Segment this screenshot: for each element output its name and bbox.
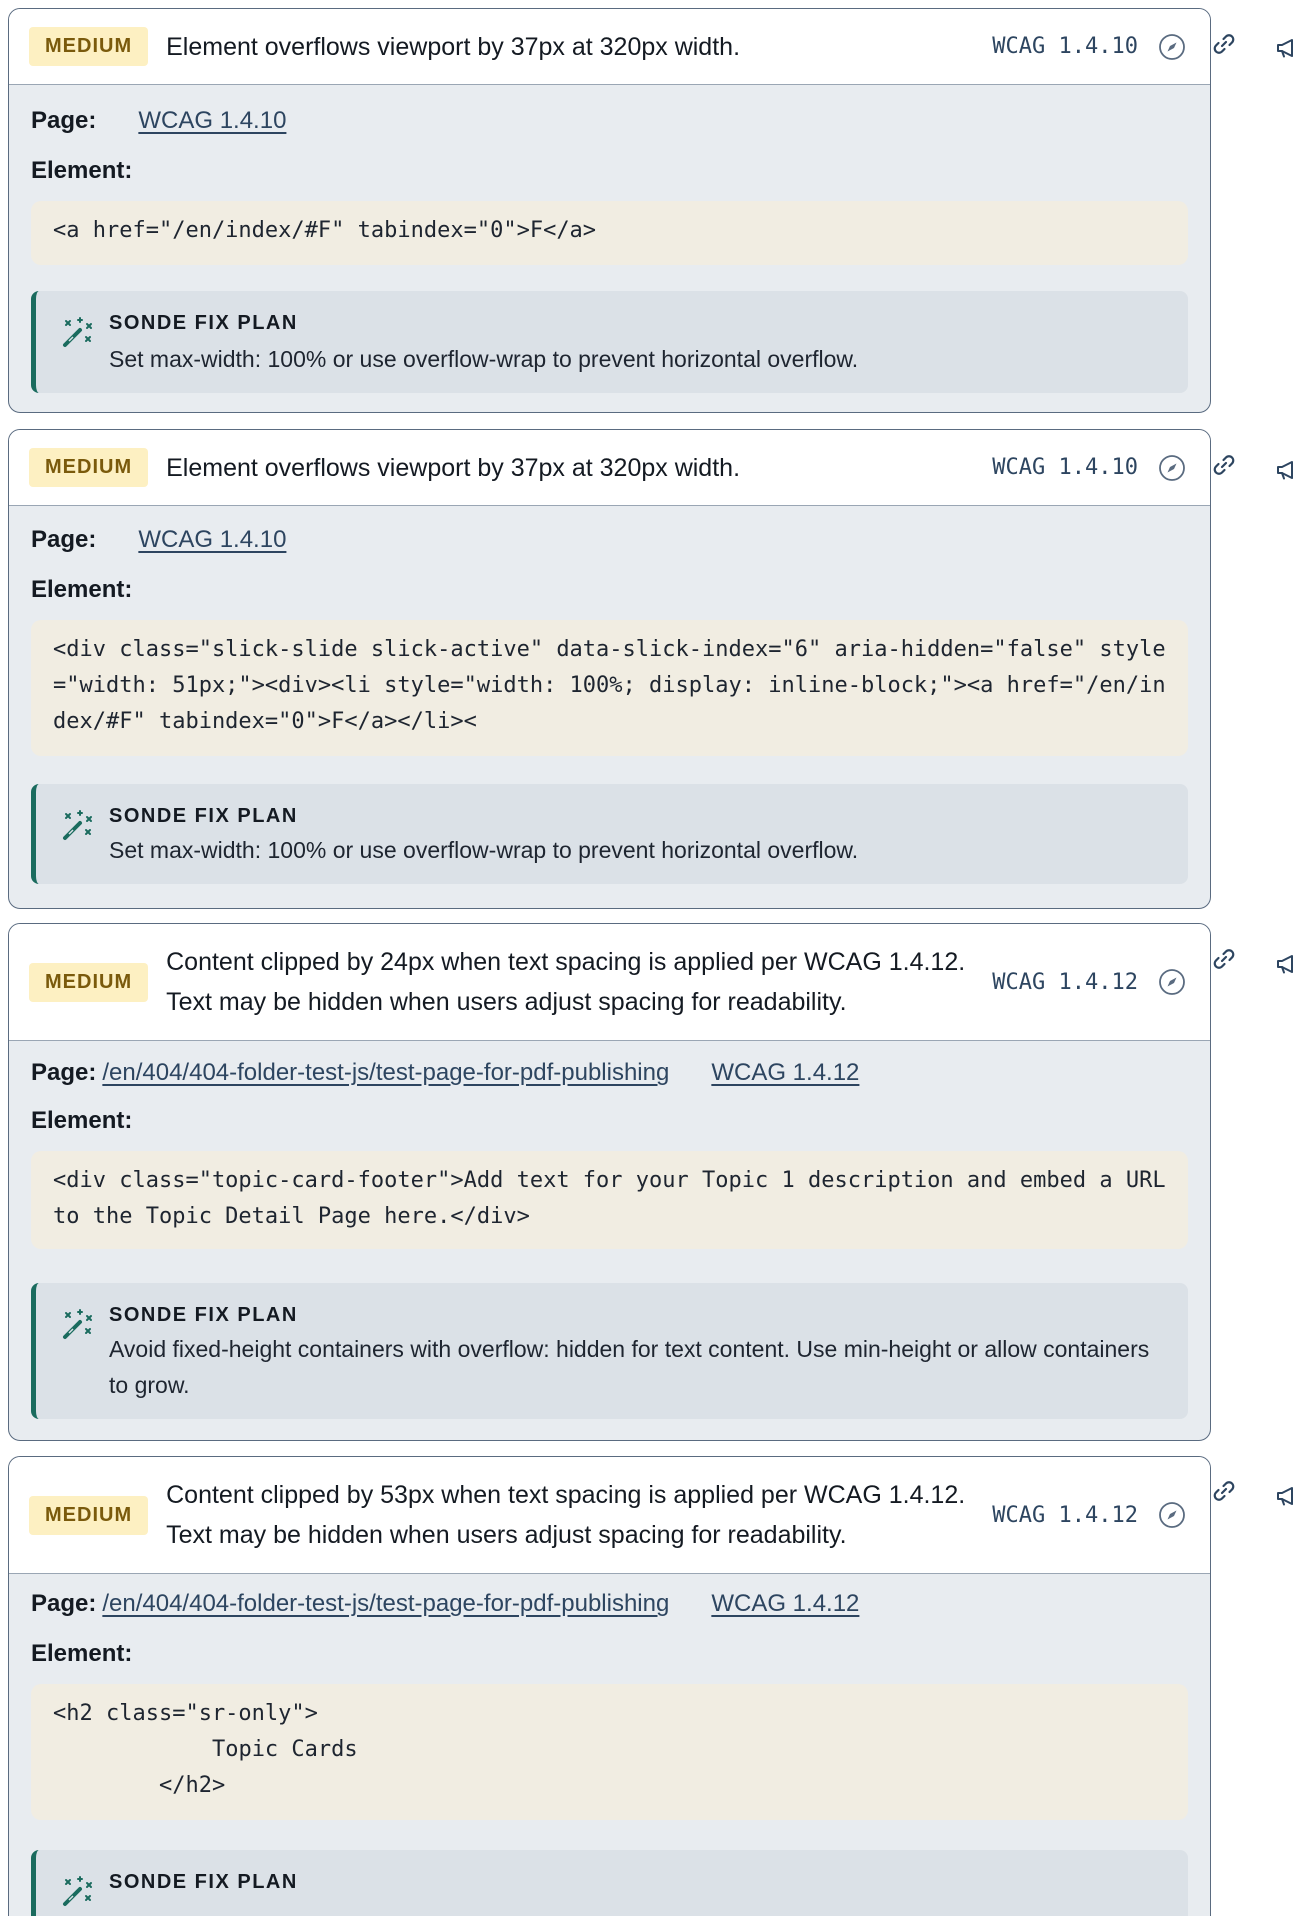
page-label: Page:: [31, 1590, 97, 1617]
issue-card: MEDIUM Element overflows viewport by 37p…: [8, 8, 1211, 413]
wcag-link[interactable]: WCAG 1.4.10: [138, 107, 286, 135]
fix-plan-title: SONDE FIX PLAN: [109, 312, 298, 334]
megaphone-icon[interactable]: [1273, 950, 1301, 978]
issue-message: Element overflows viewport by 37px at 32…: [166, 32, 741, 61]
issue-card: MEDIUM Element overflows viewport by 37p…: [8, 429, 1211, 909]
page-row: Page: /en/404/404-folder-test-js/test-pa…: [31, 1590, 1188, 1618]
page-label: Page:: [31, 107, 97, 134]
issue-body: Page: /en/404/404-folder-test-js/test-pa…: [9, 1590, 1210, 1916]
wcag-criterion: WCAG 1.4.10: [992, 34, 1138, 59]
fix-plan: SONDE FIX PLAN: [31, 1850, 1188, 1916]
link-icon[interactable]: [1210, 451, 1238, 479]
wcag-criterion: WCAG 1.4.12: [992, 969, 1138, 995]
issue-message: Element overflows viewport by 37px at 32…: [166, 453, 741, 482]
fix-plan-title: SONDE FIX PLAN: [109, 805, 298, 827]
severity-badge: MEDIUM: [29, 27, 149, 66]
megaphone-icon[interactable]: [1273, 456, 1301, 484]
megaphone-icon[interactable]: [1273, 1482, 1301, 1510]
element-label: Element:: [31, 1640, 133, 1667]
element-code: <a href="/en/index/#F" tabindex="0">F</a…: [31, 201, 1188, 265]
link-icon[interactable]: [1210, 945, 1238, 973]
megaphone-icon[interactable]: [1273, 34, 1301, 62]
issue-card: MEDIUM Content clipped by 53px when text…: [8, 1456, 1211, 1916]
compass-icon[interactable]: [1158, 968, 1186, 996]
issue-header: MEDIUM Element overflows viewport by 37p…: [9, 9, 1210, 85]
compass-icon[interactable]: [1158, 454, 1186, 482]
compass-icon[interactable]: [1158, 1501, 1186, 1529]
link-icon[interactable]: [1210, 30, 1238, 58]
page-row: Page: /en/404/404-folder-test-js/test-pa…: [31, 1059, 1188, 1087]
issue-message: Content clipped by 53px when text spacin…: [166, 1481, 966, 1549]
fix-plan-text: Set max-width: 100% or use overflow-wrap…: [109, 346, 859, 372]
issue-header: MEDIUM Content clipped by 24px when text…: [9, 924, 1210, 1041]
magic-wand-icon: [60, 808, 94, 842]
element-code: <div class="topic-card-footer">Add text …: [31, 1151, 1188, 1249]
issue-body: Page: /en/404/404-folder-test-js/test-pa…: [9, 1059, 1210, 1419]
wcag-link[interactable]: WCAG 1.4.10: [138, 526, 286, 554]
page-label: Page:: [31, 526, 97, 553]
compass-icon[interactable]: [1158, 33, 1186, 61]
severity-badge: MEDIUM: [29, 448, 149, 487]
element-code: <div class="slick-slide slick-active" da…: [31, 620, 1188, 756]
fix-plan-title: SONDE FIX PLAN: [109, 1304, 298, 1326]
page-row: Page: WCAG 1.4.10: [31, 526, 1188, 554]
issue-message: Content clipped by 24px when text spacin…: [166, 948, 966, 1016]
fix-plan: SONDE FIX PLAN Set max-width: 100% or us…: [31, 291, 1188, 393]
element-code: <h2 class="sr-only"> Topic Cards </h2>: [31, 1684, 1188, 1820]
fix-plan-title: SONDE FIX PLAN: [109, 1871, 298, 1893]
fix-plan-text: Avoid fixed-height containers with overf…: [109, 1336, 1150, 1398]
page-path-link[interactable]: /en/404/404-folder-test-js/test-page-for…: [102, 1059, 669, 1087]
fix-plan: SONDE FIX PLAN Avoid fixed-height contai…: [31, 1283, 1188, 1419]
page-path-link[interactable]: /en/404/404-folder-test-js/test-page-for…: [102, 1590, 669, 1618]
fix-plan: SONDE FIX PLAN Set max-width: 100% or us…: [31, 784, 1188, 884]
element-label: Element:: [31, 576, 133, 603]
page-row: Page: WCAG 1.4.10: [31, 107, 1188, 135]
issue-header: MEDIUM Content clipped by 53px when text…: [9, 1457, 1210, 1574]
page-label: Page:: [31, 1059, 97, 1086]
element-label: Element:: [31, 1107, 133, 1134]
severity-badge: MEDIUM: [29, 962, 149, 1002]
wcag-criterion: WCAG 1.4.10: [992, 455, 1138, 480]
magic-wand-icon: [60, 1307, 94, 1341]
issue-card: MEDIUM Content clipped by 24px when text…: [8, 923, 1211, 1441]
wcag-criterion: WCAG 1.4.12: [992, 1502, 1138, 1528]
wcag-link[interactable]: WCAG 1.4.12: [711, 1059, 859, 1087]
fix-plan-text: Set max-width: 100% or use overflow-wrap…: [109, 837, 859, 863]
issue-body: Page: WCAG 1.4.10 Element: <div class="s…: [9, 526, 1210, 884]
issue-body: Page: WCAG 1.4.10 Element: <a href="/en/…: [9, 107, 1210, 393]
severity-badge: MEDIUM: [29, 1495, 149, 1535]
issue-header: MEDIUM Element overflows viewport by 37p…: [9, 430, 1210, 506]
link-icon[interactable]: [1210, 1477, 1238, 1505]
element-label: Element:: [31, 157, 133, 184]
magic-wand-icon: [60, 315, 94, 349]
wcag-link[interactable]: WCAG 1.4.12: [711, 1590, 859, 1618]
